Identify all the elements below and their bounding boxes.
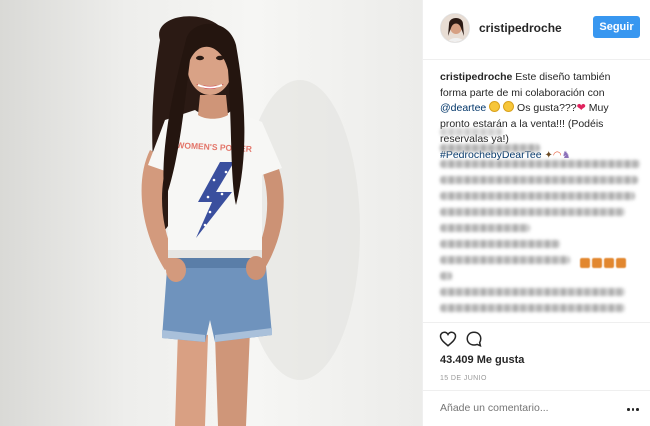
heart-outline-icon[interactable]	[439, 330, 457, 348]
list-item	[440, 272, 452, 280]
post-photo[interactable]: WOMEN'S POWER	[0, 0, 422, 426]
ellipsis-icon[interactable]	[627, 408, 639, 411]
list-item	[440, 160, 640, 168]
list-item	[440, 304, 625, 312]
list-item	[440, 128, 502, 136]
list-item	[440, 208, 625, 216]
mention-link[interactable]: @deartee	[440, 102, 486, 114]
comment-input[interactable]	[440, 402, 610, 414]
list-item	[440, 192, 635, 200]
add-comment-bar	[423, 390, 650, 426]
smile-emoji-icon	[503, 101, 515, 112]
likes-count[interactable]: 43.409 Me gusta	[440, 354, 524, 366]
red-heart-emoji-icon: ❤	[576, 102, 586, 114]
avatar[interactable]	[440, 13, 470, 43]
blurred-emoji-row	[580, 258, 626, 268]
list-item	[440, 224, 530, 232]
follow-button[interactable]: Seguir	[593, 16, 640, 38]
post-sidebar: cristipedroche Seguir cristipedroche Est…	[422, 0, 650, 426]
post-date: 15 DE JUNIO	[440, 375, 487, 382]
smile-emoji-icon	[489, 101, 501, 112]
woman-illustration: WOMEN'S POWER	[141, 16, 360, 426]
caption-username[interactable]: cristipedroche	[440, 71, 512, 83]
list-item	[440, 288, 625, 296]
instagram-post: WOMEN'S POWER cristipedroche Seguir cris…	[0, 0, 650, 426]
username-link[interactable]: cristipedroche	[479, 21, 562, 35]
divider	[423, 322, 650, 323]
post-header: cristipedroche Seguir	[423, 0, 650, 60]
comments-list	[440, 128, 645, 320]
list-item	[440, 144, 540, 152]
list-item	[440, 240, 560, 248]
list-item	[440, 256, 570, 264]
speech-bubble-icon[interactable]	[465, 330, 483, 348]
caption-text-2: Os gusta???	[514, 102, 577, 114]
list-item	[440, 176, 638, 184]
